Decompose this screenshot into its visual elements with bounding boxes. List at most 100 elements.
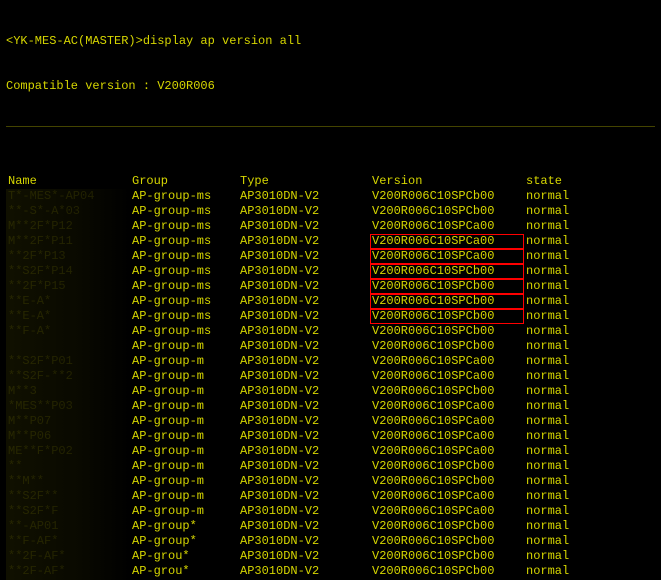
cell-state: normal — [524, 204, 648, 219]
cell-type: AP3010DN-V2 — [238, 264, 370, 279]
cell-state: normal — [524, 309, 648, 324]
cell-type: AP3010DN-V2 — [238, 414, 370, 429]
cell-group: AP-group-m — [130, 459, 238, 474]
cell-name: M**P06 — [6, 429, 130, 444]
table-row: **AP-group-mAP3010DN-V2V200R006C10SPCb00… — [6, 459, 648, 474]
cell-type: AP3010DN-V2 — [238, 429, 370, 444]
table-row: **S2F**AP-group-mAP3010DN-V2V200R006C10S… — [6, 489, 648, 504]
cell-name: **2F-AF* — [6, 549, 130, 564]
table-header-row: Name Group Type Version state — [6, 174, 648, 189]
cell-type: AP3010DN-V2 — [238, 459, 370, 474]
table-row: **M**AP-group-mAP3010DN-V2V200R006C10SPC… — [6, 474, 648, 489]
cell-version: V200R006C10SPCa00 — [370, 489, 524, 504]
col-header-type: Type — [238, 174, 370, 189]
cell-version: V200R006C10SPCb00 — [370, 294, 524, 309]
col-header-version: Version — [370, 174, 524, 189]
cell-name: **-S*-A*03 — [6, 204, 130, 219]
table-row: **2F*P13AP-group-msAP3010DN-V2V200R006C1… — [6, 249, 648, 264]
cell-group: AP-group-ms — [130, 294, 238, 309]
table-row: *MES**P03AP-group-mAP3010DN-V2V200R006C1… — [6, 399, 648, 414]
compatible-version-line: Compatible version : V200R006 — [6, 79, 655, 94]
cell-state: normal — [524, 354, 648, 369]
cell-group: AP-group-m — [130, 489, 238, 504]
cell-state: normal — [524, 234, 648, 249]
cell-name: M**2F*P12 — [6, 219, 130, 234]
cell-name: **S2F*F — [6, 504, 130, 519]
cell-version: V200R006C10SPCb00 — [370, 564, 524, 579]
cell-version: V200R006C10SPCb00 — [370, 324, 524, 339]
cell-version: V200R006C10SPCa00 — [370, 429, 524, 444]
table-row: ME**F*P02AP-group-mAP3010DN-V2V200R006C1… — [6, 444, 648, 459]
prompt-line: <YK-MES-AC(MASTER)>display ap version al… — [6, 34, 655, 49]
ap-version-table: Name Group Type Version state T*-MES*-AP… — [6, 174, 648, 580]
cell-group: AP-group-m — [130, 504, 238, 519]
cell-version: V200R006C10SPCa00 — [370, 444, 524, 459]
cell-state: normal — [524, 369, 648, 384]
cell-group: AP-group-ms — [130, 324, 238, 339]
cell-name: **S2F-**2 — [6, 369, 130, 384]
cell-type: AP3010DN-V2 — [238, 504, 370, 519]
cell-name: **E-A* — [6, 294, 130, 309]
cell-version: V200R006C10SPCa00 — [370, 414, 524, 429]
cell-name: **S2F*P14 — [6, 264, 130, 279]
cell-name: **E-A* — [6, 309, 130, 324]
table-row: **2F*P15AP-group-msAP3010DN-V2V200R006C1… — [6, 279, 648, 294]
cell-name: **S2F*P01 — [6, 354, 130, 369]
cell-name: **M** — [6, 474, 130, 489]
cell-type: AP3010DN-V2 — [238, 399, 370, 414]
cell-type: AP3010DN-V2 — [238, 249, 370, 264]
cell-type: AP3010DN-V2 — [238, 309, 370, 324]
cell-type: AP3010DN-V2 — [238, 234, 370, 249]
cell-group: AP-group-ms — [130, 204, 238, 219]
cell-name: M**3 — [6, 384, 130, 399]
table-row: **F-A*AP-group-msAP3010DN-V2V200R006C10S… — [6, 324, 648, 339]
table-row: **E-A*AP-group-msAP3010DN-V2V200R006C10S… — [6, 294, 648, 309]
cell-version: V200R006C10SPCa00 — [370, 354, 524, 369]
table-row: M**2F*P12AP-group-msAP3010DN-V2V200R006C… — [6, 219, 648, 234]
cell-version: V200R006C10SPCa00 — [370, 369, 524, 384]
table-row: **-AP01AP-group*AP3010DN-V2V200R006C10SP… — [6, 519, 648, 534]
cell-state: normal — [524, 339, 648, 354]
cell-type: AP3010DN-V2 — [238, 519, 370, 534]
cell-type: AP3010DN-V2 — [238, 549, 370, 564]
cell-version: V200R006C10SPCb00 — [370, 384, 524, 399]
cell-group: AP-group-m — [130, 339, 238, 354]
table-row: M**P07AP-group-mAP3010DN-V2V200R006C10SP… — [6, 414, 648, 429]
cell-group: AP-grou* — [130, 564, 238, 579]
cell-group: AP-group-ms — [130, 234, 238, 249]
cell-version: V200R006C10SPCb00 — [370, 204, 524, 219]
cell-group: AP-group-m — [130, 384, 238, 399]
cell-name: M**2F*P11 — [6, 234, 130, 249]
cell-group: AP-group-ms — [130, 264, 238, 279]
cell-group: AP-group* — [130, 519, 238, 534]
cell-version: V200R006C10SPCa00 — [370, 249, 524, 264]
cell-group: AP-group-ms — [130, 249, 238, 264]
col-header-state: state — [524, 174, 648, 189]
cell-group: AP-group* — [130, 534, 238, 549]
cell-group: AP-group-ms — [130, 219, 238, 234]
cell-group: AP-group-ms — [130, 309, 238, 324]
cell-type: AP3010DN-V2 — [238, 324, 370, 339]
cell-name: **2F*P13 — [6, 249, 130, 264]
cell-group: AP-group-m — [130, 399, 238, 414]
cell-version: V200R006C10SPCb00 — [370, 459, 524, 474]
cell-version: V200R006C10SPCa00 — [370, 219, 524, 234]
cell-name: M**P07 — [6, 414, 130, 429]
table-row: M**2F*P11AP-group-msAP3010DN-V2V200R006C… — [6, 234, 648, 249]
cell-type: AP3010DN-V2 — [238, 474, 370, 489]
cell-type: AP3010DN-V2 — [238, 384, 370, 399]
cell-state: normal — [524, 249, 648, 264]
cell-state: normal — [524, 414, 648, 429]
cell-group: AP-group-m — [130, 354, 238, 369]
cell-name: **S2F** — [6, 489, 130, 504]
col-header-group: Group — [130, 174, 238, 189]
cell-state: normal — [524, 219, 648, 234]
cell-type: AP3010DN-V2 — [238, 189, 370, 204]
cell-version: V200R006C10SPCb00 — [370, 339, 524, 354]
table-row: **S2F*FAP-group-mAP3010DN-V2V200R006C10S… — [6, 504, 648, 519]
cell-state: normal — [524, 429, 648, 444]
cell-version: V200R006C10SPCb00 — [370, 189, 524, 204]
cell-group: AP-group-m — [130, 414, 238, 429]
cell-state: normal — [524, 534, 648, 549]
cell-state: normal — [524, 399, 648, 414]
